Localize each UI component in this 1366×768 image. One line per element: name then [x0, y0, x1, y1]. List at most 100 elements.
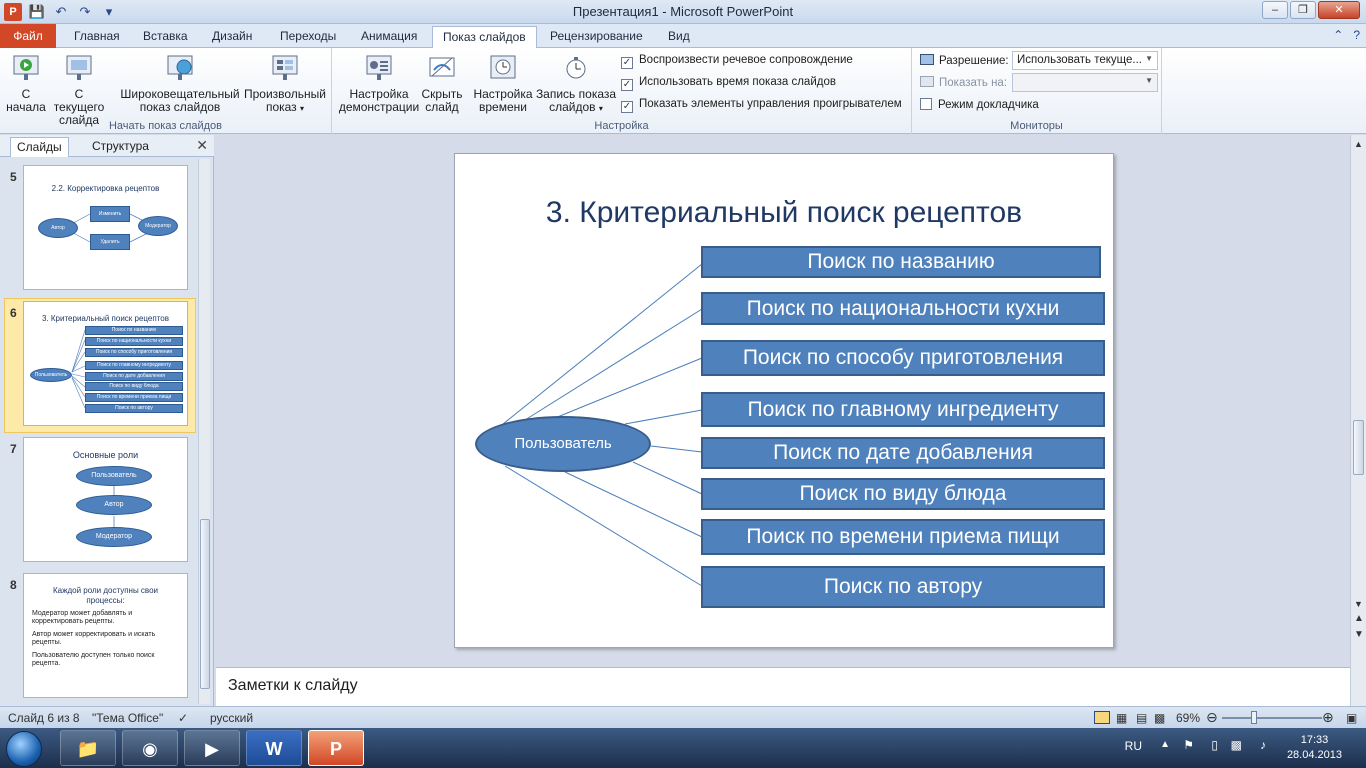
rehearse-timings-icon [490, 55, 516, 79]
tab-transitions[interactable]: Переходы [270, 26, 346, 48]
group-start-slideshow: С начала С текущего слайда Широковещател… [0, 48, 332, 134]
scroll-down-icon[interactable]: ▼ [1354, 599, 1363, 609]
thumb-node: Автор [76, 495, 152, 515]
language-indicator[interactable]: русский [210, 711, 253, 725]
search-criterion-box[interactable]: Поиск по национальности кухни [701, 292, 1105, 325]
search-criterion-box[interactable]: Поиск по виду блюда [701, 478, 1105, 510]
search-criterion-box[interactable]: Поиск по способу приготовления [701, 340, 1105, 376]
thumb-item: Поиск по национальности кухни [85, 337, 183, 346]
search-criterion-box[interactable]: Поиск по главному ингредиенту [701, 392, 1105, 427]
status-bar: Слайд 6 из 8 "Тема Office" ✓ русский ▦ ▤… [0, 706, 1366, 728]
zoom-slider-knob[interactable] [1251, 711, 1257, 724]
network-icon[interactable]: ▩ [1231, 738, 1242, 752]
play-from-start-icon [13, 55, 39, 80]
scroll-up-icon[interactable]: ▲ [1354, 139, 1363, 149]
close-pane-icon[interactable]: ✕ [196, 137, 208, 154]
tab-file[interactable]: Файл [0, 24, 56, 48]
setup-show-button[interactable]: Настройка демонстрации [336, 52, 422, 114]
resolution-dropdown[interactable]: Использовать текуще... ▼ [1012, 51, 1158, 70]
slide-sorter-icon[interactable]: ▦ [1116, 711, 1127, 725]
start-button[interactable] [6, 731, 42, 767]
previous-slide-icon[interactable]: ▲▲ [1354, 613, 1366, 624]
explorer-taskbar-icon[interactable]: 📁 [60, 730, 116, 766]
tab-insert[interactable]: Вставка [133, 26, 198, 48]
tab-home[interactable]: Главная [64, 26, 130, 48]
record-slideshow-button[interactable]: Запись показа слайдов ▾ [534, 52, 618, 115]
slides-pane: Слайды Структура ✕ 5 2.2. Корректировка … [0, 135, 214, 706]
word-taskbar-icon[interactable]: W [246, 730, 302, 766]
ribbon-tabs: Файл Главная Вставка Дизайн Переходы Ани… [0, 24, 1366, 49]
tray-expand-icon[interactable]: ▲ [1160, 739, 1170, 750]
custom-show-dropdown-icon: ▾ [300, 104, 305, 113]
tab-view[interactable]: Вид [658, 26, 700, 48]
media-controls-checkbox[interactable]: ✓ Показать элементы управления проигрыват… [621, 98, 902, 113]
slide-thumbnail-7[interactable]: Основные роли Пользователь Автор Модерат… [23, 437, 188, 562]
thumb-item: Поиск по названию [85, 326, 183, 335]
thumb-line: Автор может корректировать и искать реце… [32, 631, 156, 646]
battery-icon[interactable]: ▯ [1211, 738, 1218, 752]
search-criterion-box[interactable]: Поиск по автору [701, 566, 1105, 608]
tab-design[interactable]: Дизайн [202, 26, 262, 48]
notes-pane[interactable]: Заметки к слайду [216, 667, 1350, 706]
rehearse-timings-button[interactable]: Настройка времени [472, 52, 534, 114]
slideshow-view-icon[interactable]: ▩ [1154, 711, 1165, 725]
from-current-slide-button[interactable]: С текущего слайда [48, 52, 110, 127]
search-criterion-box[interactable]: Поиск по времени приема пищи [701, 519, 1105, 555]
language-indicator[interactable]: RU [1125, 739, 1142, 753]
minimize-button[interactable]: – [1262, 1, 1288, 19]
tab-slides[interactable]: Слайды [10, 137, 69, 157]
spellcheck-icon[interactable]: ✓ [178, 711, 188, 725]
next-slide-icon[interactable]: ▼▼ [1354, 629, 1366, 640]
collapse-ribbon-icon[interactable]: ⌃ [1333, 28, 1343, 42]
narration-checkbox[interactable]: ✓ Воспроизвести речевое сопровождение [621, 54, 853, 69]
user-ellipse[interactable]: Пользователь [475, 416, 651, 472]
thumb-node: Автор [38, 218, 78, 238]
firefox-taskbar-icon[interactable]: ◉ [122, 730, 178, 766]
slide-title[interactable]: 3. Критериальный поиск рецептов [455, 196, 1113, 230]
tab-outline[interactable]: Структура [86, 137, 155, 157]
flag-icon[interactable]: ⚑ [1183, 738, 1194, 752]
fit-to-window-icon[interactable]: ▣ [1346, 711, 1357, 725]
slide-thumbnail-8[interactable]: Каждой роли доступны свои процессы: Моде… [23, 573, 188, 698]
current-slide[interactable]: 3. Критериальный поиск рецептов Пользова… [454, 153, 1114, 648]
slide-thumbnail-5[interactable]: 2.2. Корректировка рецептов Автор Измени… [23, 165, 188, 290]
show-on-dropdown[interactable]: ▼ [1012, 73, 1158, 92]
help-icon[interactable]: ? [1353, 28, 1360, 42]
record-dropdown-icon: ▾ [598, 104, 603, 113]
zoom-in-icon[interactable]: ⊕ [1322, 709, 1334, 726]
custom-show-button[interactable]: Произвольный показ ▾ [242, 52, 328, 115]
use-timings-checkbox[interactable]: ✓ Использовать время показа слайдов [621, 76, 836, 91]
search-criterion-box[interactable]: Поиск по названию [701, 246, 1101, 278]
hide-slide-button[interactable]: Скрыть слайд [420, 52, 464, 114]
maximize-button[interactable]: ❐ [1290, 1, 1316, 19]
main-scrollbar[interactable]: ▲ ▼ ▲▲ ▼▼ [1350, 135, 1366, 706]
presenter-view-checkbox[interactable]: Режим докладчика [920, 98, 1039, 111]
tab-animation[interactable]: Анимация [351, 26, 427, 48]
search-criterion-box[interactable]: Поиск по дате добавления [701, 437, 1105, 469]
notes-placeholder[interactable]: Заметки к слайду [228, 677, 358, 695]
volume-icon[interactable]: ♪ [1260, 738, 1266, 752]
reading-view-icon[interactable]: ▤ [1136, 711, 1147, 725]
thumb-item: Поиск по автору [85, 404, 183, 413]
powerpoint-taskbar-icon[interactable]: P [308, 730, 364, 766]
zoom-out-icon[interactable]: ⊖ [1206, 709, 1218, 726]
thumb-item: Поиск по виду блюда [85, 382, 183, 391]
media-player-taskbar-icon[interactable]: ▶ [184, 730, 240, 766]
scrollbar-thumb[interactable] [200, 519, 210, 689]
normal-view-icon[interactable] [1094, 711, 1110, 724]
monitor-disabled-icon [920, 76, 934, 87]
slide-thumbnail-6[interactable]: 3. Критериальный поиск рецептов Пользова… [23, 301, 188, 426]
close-button[interactable]: ✕ [1318, 1, 1360, 19]
zoom-slider-track[interactable] [1222, 717, 1322, 719]
from-start-button[interactable]: С начала [4, 52, 48, 114]
theme-name[interactable]: "Тема Office" [92, 711, 163, 725]
tab-slideshow[interactable]: Показ слайдов [432, 26, 537, 49]
zoom-level[interactable]: 69% [1176, 711, 1200, 725]
broadcast-slideshow-button[interactable]: Широковещательный показ слайдов [118, 52, 242, 114]
window-title: Презентация1 - Microsoft PowerPoint [572, 4, 794, 19]
slides-pane-scrollbar[interactable] [198, 159, 210, 704]
clock[interactable]: 17:33 28.04.2013 [1287, 733, 1342, 763]
play-from-current-icon [66, 55, 92, 80]
scrollbar-thumb[interactable] [1353, 420, 1364, 475]
tab-review[interactable]: Рецензирование [540, 26, 653, 48]
